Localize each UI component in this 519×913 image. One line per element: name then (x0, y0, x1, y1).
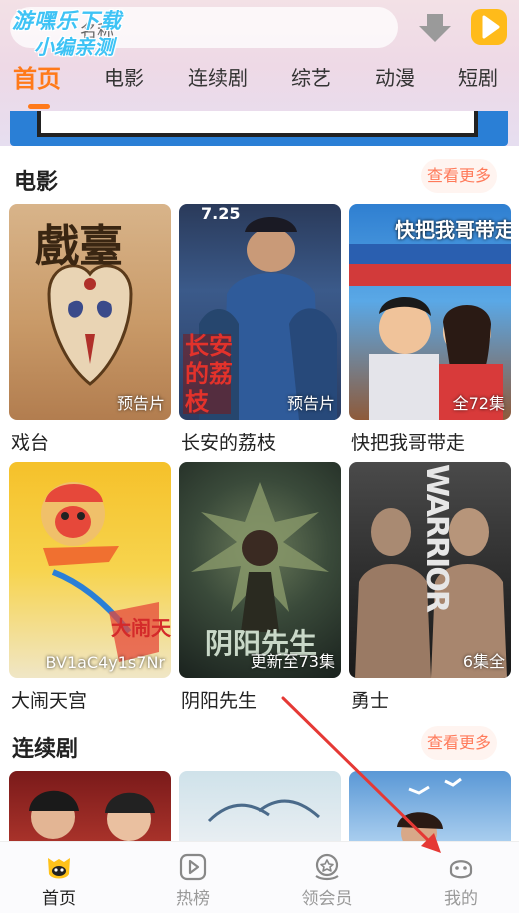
movie-card[interactable]: 阴阳先生 更新至73集 阴阳先生 (179, 462, 341, 712)
bottom-navigation: 首页 热榜 领会员 我的 (0, 841, 519, 913)
movie-card[interactable]: 戲臺 预告片 戏台 (9, 204, 171, 454)
movie-title: 快把我哥带走 (351, 432, 466, 454)
nav-hot-list[interactable]: 热榜 (148, 852, 238, 909)
episode-badge: 6集全 (462, 652, 505, 671)
section-title-movies: 电影 (14, 170, 59, 195)
episode-badge: 更新至73集 (250, 652, 335, 671)
poster-title-text: WARRIOR (419, 464, 454, 611)
movie-poster: 大闹天宫 BV1aC4y1s7Nr (9, 462, 171, 678)
download-icon[interactable] (415, 13, 455, 43)
episode-badge: 预告片 (116, 394, 165, 413)
movie-card[interactable]: 快把我哥带走 全72集 快把我哥带走 (349, 204, 511, 454)
tab-series[interactable]: 连续剧 (188, 62, 248, 91)
movie-title: 长安的荔枝 (181, 432, 277, 454)
poster-release-date: 7.25 (201, 204, 241, 223)
more-series-button[interactable]: 查看更多 (421, 726, 497, 760)
profile-face-icon (449, 860, 473, 879)
nav-home[interactable]: 首页 (14, 852, 104, 909)
poster-title-text: 大闹天宫 (111, 616, 171, 640)
series-poster (9, 771, 171, 841)
poster-title-text: 长安的荔枝 (185, 331, 233, 416)
app-screen: 名称 游嘿乐下载 小编亲测 首页 电影 连续剧 综艺 动漫 短剧 电影 查看更多… (0, 0, 519, 913)
movie-title: 勇士 (351, 690, 390, 712)
movie-card[interactable]: 7.25 长安的荔枝 预告片 长安的荔枝 (179, 204, 341, 454)
episode-badge: BV1aC4y1s7Nr (45, 653, 165, 672)
section-title-series: 连续剧 (12, 737, 79, 762)
movie-title: 大闹天宫 (11, 690, 88, 712)
tab-movies[interactable]: 电影 (104, 62, 144, 91)
vip-badge-icon (315, 853, 339, 881)
series-card[interactable] (9, 771, 171, 841)
nav-label: 首页 (42, 889, 76, 909)
series-poster (179, 771, 341, 841)
series-poster (349, 771, 511, 841)
movie-poster: 戲臺 预告片 (9, 204, 171, 420)
tab-anime[interactable]: 动漫 (375, 62, 415, 91)
movie-poster: 阴阳先生 更新至73集 (179, 462, 341, 678)
poster-title-text: 快把我哥带走 (395, 218, 511, 242)
active-tab-indicator (28, 104, 50, 109)
more-movies-button[interactable]: 查看更多 (421, 159, 497, 193)
movie-card[interactable]: 大闹天宫 BV1aC4y1s7Nr 大闹天宫 (9, 462, 171, 712)
watermark-line2: 小编亲测 (34, 35, 114, 59)
main-feed[interactable]: 电影 查看更多 戲臺 预告片 戏台 7.25 长安的荔枝 预告片 长安的荔枝 快… (0, 146, 519, 841)
banner-image (37, 111, 478, 137)
top-header: 名称 游嘿乐下载 小编亲测 首页 电影 连续剧 综艺 动漫 短剧 (0, 0, 519, 146)
tab-short-drama[interactable]: 短剧 (458, 62, 498, 91)
nav-label: 领会员 (301, 889, 353, 909)
home-face-icon (48, 858, 70, 879)
movie-title: 戏台 (11, 432, 50, 454)
banner-carousel[interactable] (10, 111, 508, 146)
series-card[interactable] (179, 771, 341, 841)
poster-title-text: 戲臺 (35, 221, 123, 272)
tab-home[interactable]: 首页 (13, 59, 61, 94)
nav-profile[interactable]: 我的 (416, 852, 506, 909)
watermark-line1: 游嘿乐下载 (12, 9, 122, 33)
nav-label: 热榜 (176, 889, 210, 909)
play-history-icon[interactable] (471, 9, 507, 45)
category-tabs: 首页 电影 连续剧 综艺 动漫 短剧 (0, 62, 519, 104)
movie-poster: 7.25 长安的荔枝 预告片 (179, 204, 341, 420)
tab-variety[interactable]: 综艺 (291, 62, 331, 91)
play-square-icon (179, 853, 207, 881)
movie-poster: WARRIOR 6集全 (349, 462, 511, 678)
movie-title: 阴阳先生 (181, 690, 258, 712)
series-card[interactable] (349, 771, 511, 841)
movie-card[interactable]: WARRIOR 6集全 勇士 (349, 462, 511, 712)
nav-vip[interactable]: 领会员 (282, 852, 372, 909)
watermark-logo: 游嘿乐下载 小编亲测 (12, 8, 122, 60)
movie-poster: 快把我哥带走 全72集 (349, 204, 511, 420)
episode-badge: 全72集 (452, 394, 505, 413)
nav-label: 我的 (444, 889, 478, 909)
episode-badge: 预告片 (286, 394, 335, 413)
